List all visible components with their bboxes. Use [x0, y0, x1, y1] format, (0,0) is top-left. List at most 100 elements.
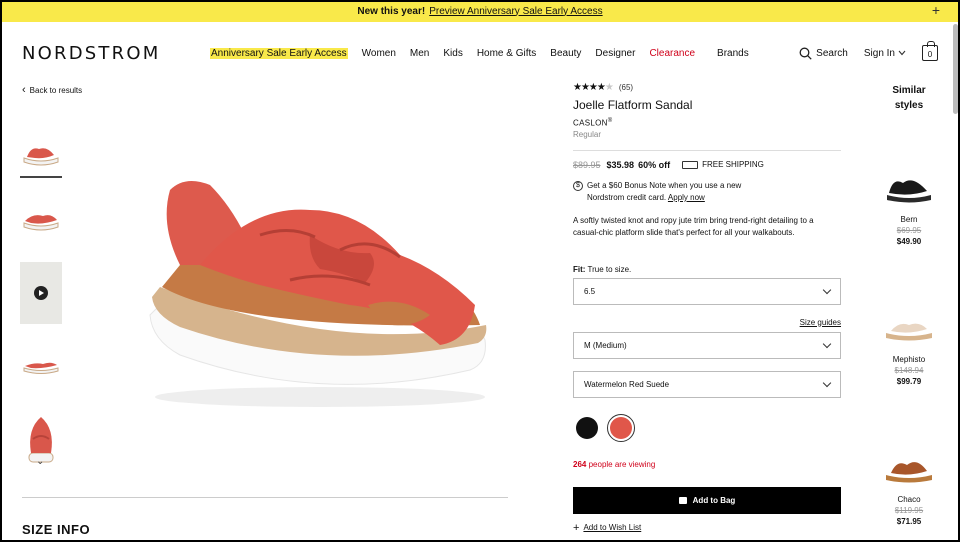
similar-image	[872, 448, 946, 488]
product-name: Joelle Flatform Sandal	[573, 98, 693, 112]
similar-heading: Similar styles	[872, 83, 946, 113]
viewer-number: 264	[573, 459, 587, 469]
rating[interactable]: ★★★★ ★ (65)	[573, 82, 841, 93]
similar-item[interactable]: Chaco $119.95 $71.95	[872, 448, 946, 527]
similar-item[interactable]: Mephisto $148.94 $99.79	[872, 308, 946, 387]
shipping-label: FREE SHIPPING	[702, 160, 764, 170]
thumbnail-video[interactable]	[20, 262, 62, 324]
similar-price: $49.90	[896, 237, 922, 246]
sale-price: $35.98	[606, 159, 635, 170]
swatch-black-color	[576, 416, 598, 439]
size-info-heading[interactable]: SIZE INFO	[22, 522, 90, 537]
promo-banner: New this year! Preview Anniversary Sale …	[0, 0, 960, 22]
nordstrom-logo[interactable]: NORDSTROM	[22, 43, 160, 64]
similar-brand: Bern	[900, 215, 918, 224]
sandal-thumb-image	[23, 362, 59, 374]
chevron-down-icon	[822, 339, 832, 348]
fit-value: True to size.	[587, 264, 632, 274]
width-select[interactable]: M (Medium)	[573, 331, 841, 359]
apply-now-link[interactable]: Apply now	[668, 193, 705, 202]
page-scrollbar[interactable]	[953, 24, 958, 114]
divider	[573, 149, 841, 151]
product-hero-image[interactable]	[140, 165, 500, 415]
promo-link[interactable]: Preview Anniversary Sale Early Access	[429, 6, 602, 17]
bonus-note: $ Get a $60 Bonus Note when you use a ne…	[573, 180, 841, 204]
fit-type: Regular	[573, 129, 602, 139]
promo-lead: New this year!	[357, 5, 426, 17]
similar-item[interactable]: Bern $69.95 $49.90	[872, 168, 946, 247]
chevron-down-icon[interactable]: ⌄	[36, 456, 44, 467]
chevron-down-icon	[898, 50, 906, 56]
bag-count: 0	[927, 50, 933, 59]
swatch-red-color	[610, 416, 632, 439]
similar-brand: Chaco	[897, 495, 921, 504]
similar-heading-line2: styles	[894, 100, 924, 111]
chevron-down-icon	[822, 285, 832, 294]
bonus-note-text: Get a $60 Bonus Note when you use a new …	[587, 180, 742, 202]
nav-men[interactable]: Men	[410, 48, 429, 59]
width-value: M (Medium)	[584, 340, 627, 350]
color-value: Watermelon Red Suede	[584, 379, 670, 389]
add-to-wishlist-button[interactable]: + Add to Wish List	[573, 522, 841, 534]
similar-old-price: $148.94	[894, 366, 924, 375]
search-button[interactable]: Search	[799, 47, 848, 60]
viewer-text: people are viewing	[588, 459, 656, 469]
thumbnail-list	[20, 134, 64, 486]
truck-icon	[682, 160, 699, 169]
add-to-bag-label: Add to Bag	[692, 495, 736, 505]
wishlist-label: Add to Wish List	[583, 523, 642, 533]
search-icon	[799, 47, 812, 60]
nav-clearance[interactable]: Clearance	[649, 48, 695, 59]
swatch-black[interactable]	[573, 414, 601, 442]
nav-women[interactable]: Women	[362, 48, 396, 59]
product-description: A softly twisted knot and ropy jute trim…	[573, 215, 814, 237]
play-icon	[34, 286, 48, 300]
review-count: (65)	[618, 83, 634, 92]
shopping-bag-button[interactable]: 0	[922, 41, 938, 61]
sign-in-label: Sign In	[863, 47, 895, 59]
thumbnail-2[interactable]	[20, 198, 62, 242]
add-to-bag-button[interactable]: Add to Bag	[573, 486, 841, 514]
color-select[interactable]: Watermelon Red Suede	[573, 370, 841, 398]
price-row: $89.95 $35.98 60% off FREE SHIPPING	[573, 160, 841, 170]
brand-link[interactable]: CASLON®	[573, 118, 841, 128]
star-icon-empty: ★	[604, 82, 614, 93]
bag-icon	[678, 496, 687, 504]
thumbnail-4[interactable]	[20, 344, 62, 388]
fit-info: Fit: True to size.	[573, 265, 841, 274]
chevron-down-icon	[822, 378, 832, 387]
color-swatches	[573, 413, 841, 442]
nav-brands[interactable]: Brands	[717, 48, 749, 59]
similar-brand: Mephisto	[892, 355, 926, 364]
similar-price: $99.79	[896, 377, 922, 386]
size-value: 6.5	[584, 286, 596, 296]
size-select[interactable]: 6.5	[573, 277, 841, 305]
viewing-count: 264 people are viewing	[573, 460, 841, 469]
sandal-thumb-image	[23, 148, 59, 166]
size-guides-link[interactable]: Size guides	[573, 318, 841, 327]
fit-label: Fit:	[573, 264, 586, 274]
expand-icon[interactable]: +	[932, 2, 940, 18]
free-shipping: FREE SHIPPING	[682, 160, 764, 169]
section-divider	[22, 497, 508, 498]
nav-kids[interactable]: Kids	[443, 48, 462, 59]
swatch-watermelon-red[interactable]	[607, 413, 635, 442]
star-icons-filled: ★★★★	[573, 82, 606, 93]
nav-beauty[interactable]: Beauty	[550, 48, 581, 59]
similar-styles: Similar styles Bern $69.95 $49.90 Mephis…	[872, 83, 946, 526]
nav-anniversary-sale[interactable]: Anniversary Sale Early Access	[210, 48, 348, 59]
nav-designer[interactable]: Designer	[595, 48, 635, 59]
header-actions: Search Sign In 0	[783, 41, 938, 61]
nav-home-gifts[interactable]: Home & Gifts	[477, 48, 536, 59]
search-label: Search	[816, 47, 848, 59]
back-to-results-link[interactable]: ‹ Back to results	[22, 84, 82, 96]
similar-image	[872, 308, 946, 348]
product-info-panel: ★★★★ ★ (65) Joelle Flatform Sandal CASLON…	[573, 82, 841, 534]
original-price: $89.95	[573, 159, 601, 170]
chevron-left-icon: ‹	[22, 84, 26, 96]
sandal-thumb-image	[23, 215, 59, 231]
sign-in-button[interactable]: Sign In	[864, 48, 906, 59]
similar-image	[872, 168, 946, 208]
thumbnail-1[interactable]	[20, 134, 62, 178]
similar-heading-line1: Similar	[892, 85, 926, 96]
